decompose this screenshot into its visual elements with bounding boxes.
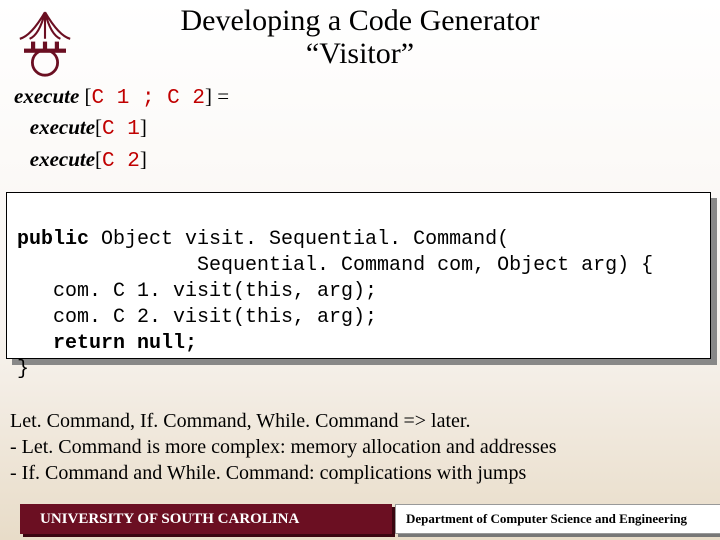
slide-title: Developing a Code Generator “Visitor” xyxy=(0,0,720,70)
code-block: public Object visit. Sequential. Command… xyxy=(6,192,714,362)
title-line1: Developing a Code Generator xyxy=(180,4,539,37)
usc-logo xyxy=(10,8,80,78)
footer-department: Department of Computer Science and Engin… xyxy=(395,504,720,534)
footer-university: UNIVERSITY OF SOUTH CAROLINA xyxy=(20,504,392,534)
semantic-spec: execute [C 1 ; C 2] = execute[C 1] execu… xyxy=(14,82,229,176)
title-line2: “Visitor” xyxy=(306,37,414,70)
notes-text: Let. Command, If. Command, While. Comman… xyxy=(10,408,557,486)
footer: UNIVERSITY OF SOUTH CAROLINA Department … xyxy=(20,504,712,534)
